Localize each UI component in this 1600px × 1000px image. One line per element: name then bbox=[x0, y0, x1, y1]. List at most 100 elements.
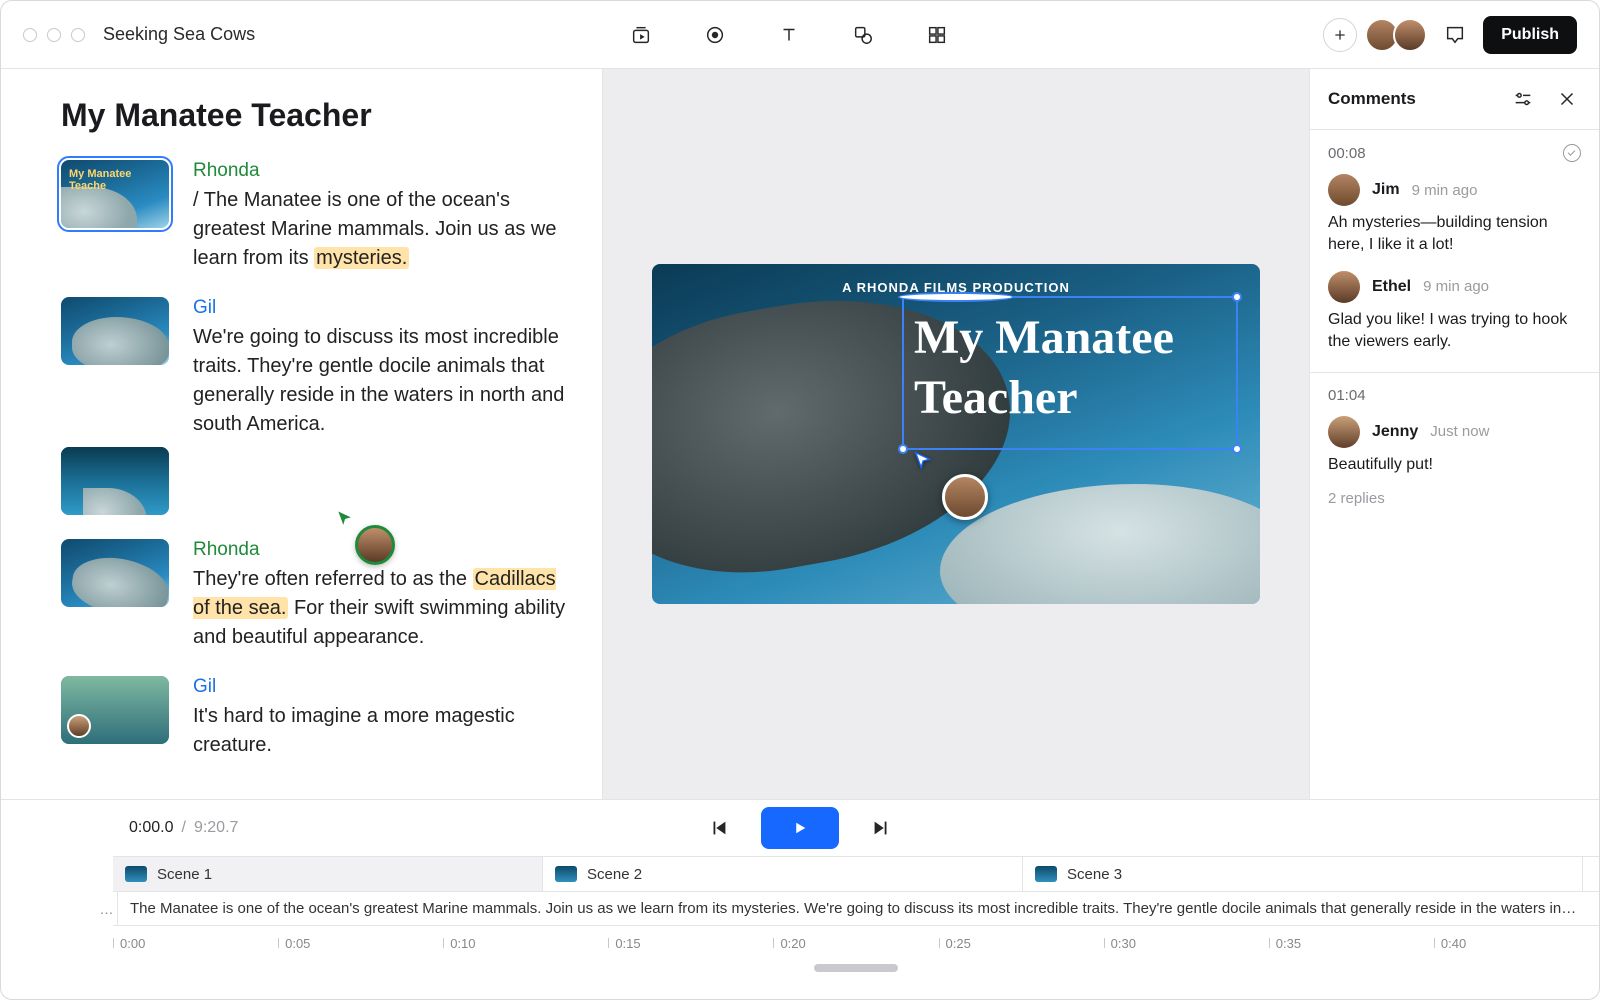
record-icon[interactable] bbox=[701, 21, 729, 49]
title-bar: Seeking Sea Cows Publish bbox=[1, 1, 1599, 69]
comments-icon[interactable] bbox=[1441, 21, 1469, 49]
script-line[interactable] bbox=[61, 447, 572, 515]
document-title[interactable]: Seeking Sea Cows bbox=[103, 24, 255, 45]
comment-body: Glad you like! I was trying to hook the … bbox=[1328, 309, 1581, 354]
comment-thread[interactable]: 00:08 Jim 9 min ago Ah mysteries—buildin… bbox=[1310, 130, 1599, 373]
resize-handle[interactable] bbox=[898, 444, 908, 454]
scene-label: Scene 2 bbox=[587, 866, 642, 883]
ruler-tick: 0:05 bbox=[278, 936, 443, 951]
filter-icon[interactable] bbox=[1509, 85, 1537, 113]
time-current: 0:00.0 bbox=[129, 819, 173, 837]
comment-thread[interactable]: 01:04 Jenny Just now Beautifully put! 2 … bbox=[1310, 373, 1599, 525]
ruler-tick: 0:20 bbox=[773, 936, 938, 951]
window-controls bbox=[23, 28, 85, 42]
shapes-icon[interactable] bbox=[849, 21, 877, 49]
transport-bar: 0:00.0 / 9:20.7 bbox=[1, 800, 1599, 856]
cursor-icon bbox=[912, 450, 934, 477]
traffic-light-close[interactable] bbox=[23, 28, 37, 42]
scene-label: Scene 3 bbox=[1067, 866, 1122, 883]
comment-body: Ah mysteries—building tension here, I li… bbox=[1328, 212, 1581, 257]
clip-icon bbox=[1035, 866, 1057, 882]
comment-author: Jenny bbox=[1372, 423, 1418, 441]
scene-thumbnail[interactable]: My ManateeTeache bbox=[61, 160, 169, 228]
collaborator-bubble bbox=[942, 474, 988, 520]
script-panel: My Manatee Teacher My ManateeTeache Rhon… bbox=[1, 69, 603, 799]
ruler-tick: 0:10 bbox=[443, 936, 608, 951]
scene-segment[interactable]: Scene 1 bbox=[113, 857, 543, 891]
clip-icon bbox=[555, 866, 577, 882]
caption-text[interactable]: The Manatee is one of the ocean's greate… bbox=[118, 900, 1599, 917]
speaker-name: Gil bbox=[193, 297, 572, 319]
avatar[interactable] bbox=[1393, 18, 1427, 52]
toolbar-center bbox=[273, 21, 1305, 49]
invite-button[interactable] bbox=[1323, 18, 1357, 52]
grid-icon[interactable] bbox=[923, 21, 951, 49]
speaker-name: Gil bbox=[193, 676, 572, 698]
script-text[interactable]: We're going to discuss its most incredib… bbox=[193, 323, 572, 439]
comment-time: 9 min ago bbox=[1412, 182, 1478, 199]
resize-handle[interactable] bbox=[1232, 444, 1242, 454]
skip-back-icon[interactable] bbox=[705, 814, 733, 842]
media-icon[interactable] bbox=[627, 21, 655, 49]
comment-timestamp[interactable]: 00:08 bbox=[1328, 145, 1366, 162]
comments-panel: Comments 00:08 Jim 9 min ago Ah mysterie… bbox=[1309, 69, 1599, 799]
time-duration: 9:20.7 bbox=[194, 819, 238, 837]
traffic-light-max[interactable] bbox=[71, 28, 85, 42]
resolve-icon[interactable] bbox=[1563, 144, 1581, 162]
speaker-name: Rhonda bbox=[193, 160, 572, 182]
title-text[interactable]: My ManateeTeacher bbox=[914, 308, 1226, 428]
play-button[interactable] bbox=[761, 807, 839, 849]
canvas-stage[interactable]: A RHONDA FILMS PRODUCTION My ManateeTeac… bbox=[603, 69, 1309, 799]
clip-icon bbox=[125, 866, 147, 882]
script-text[interactable]: / The Manatee is one of the ocean's grea… bbox=[193, 186, 572, 273]
ruler-tick: 0:25 bbox=[939, 936, 1104, 951]
scene-thumbnail[interactable] bbox=[61, 447, 169, 515]
script-list: My ManateeTeache Rhonda / The Manatee is… bbox=[61, 160, 572, 760]
comment-author: Ethel bbox=[1372, 278, 1411, 296]
timeline-footer: 0:00.0 / 9:20.7 Scene 1 Scene 2 Scene 3 … … bbox=[1, 799, 1599, 999]
avatar bbox=[1328, 271, 1360, 303]
comment-timestamp[interactable]: 01:04 bbox=[1328, 387, 1366, 404]
traffic-light-min[interactable] bbox=[47, 28, 61, 42]
avatar bbox=[1328, 174, 1360, 206]
scene-segment[interactable]: Scene 2 bbox=[543, 857, 1023, 891]
comments-title: Comments bbox=[1328, 89, 1416, 109]
script-line[interactable]: My ManateeTeache Rhonda / The Manatee is… bbox=[61, 160, 572, 273]
publish-button[interactable]: Publish bbox=[1483, 16, 1577, 54]
ellipsis-icon[interactable]: … bbox=[96, 892, 118, 925]
highlighted-text: mysteries. bbox=[314, 247, 409, 269]
speaker-name: Rhonda bbox=[193, 539, 572, 561]
scene-thumbnail[interactable] bbox=[61, 676, 169, 744]
skip-forward-icon[interactable] bbox=[867, 814, 895, 842]
scene-track[interactable]: Scene 1 Scene 2 Scene 3 bbox=[113, 856, 1599, 892]
scene-thumbnail[interactable] bbox=[61, 539, 169, 607]
ruler-tick: 0:30 bbox=[1104, 936, 1269, 951]
title-selection-box[interactable]: My ManateeTeacher bbox=[902, 296, 1238, 450]
caption-track[interactable]: … The Manatee is one of the ocean's grea… bbox=[113, 892, 1599, 926]
replies-link[interactable]: 2 replies bbox=[1328, 490, 1581, 507]
timeline[interactable]: Scene 1 Scene 2 Scene 3 … The Manatee is o… bbox=[1, 856, 1599, 972]
page-title: My Manatee Teacher bbox=[61, 97, 572, 134]
script-line[interactable]: Gil It's hard to imagine a more magestic… bbox=[61, 676, 572, 760]
comment-body: Beautifully put! bbox=[1328, 454, 1581, 476]
script-line[interactable]: Gil We're going to discuss its most incr… bbox=[61, 297, 572, 439]
text-icon[interactable] bbox=[775, 21, 803, 49]
comments-header: Comments bbox=[1310, 69, 1599, 130]
scene-thumbnail[interactable] bbox=[61, 297, 169, 365]
collaborator-avatars[interactable] bbox=[1371, 18, 1427, 52]
video-frame[interactable]: A RHONDA FILMS PRODUCTION My ManateeTeac… bbox=[652, 264, 1260, 604]
script-text[interactable]: It's hard to imagine a more magestic cre… bbox=[193, 702, 572, 760]
ruler-tick: 0:35 bbox=[1269, 936, 1434, 951]
resize-handle[interactable] bbox=[1232, 292, 1242, 302]
comment-time: 9 min ago bbox=[1423, 278, 1489, 295]
toolbar-right: Publish bbox=[1323, 16, 1577, 54]
scrollbar-thumb[interactable] bbox=[814, 964, 898, 972]
script-text[interactable]: They're often referred to as the Cadilla… bbox=[193, 565, 572, 652]
scene-segment[interactable]: Scene 3 bbox=[1023, 857, 1583, 891]
resize-handle[interactable] bbox=[898, 292, 1014, 302]
time-ruler[interactable]: 0:000:050:100:150:200:250:300:350:40 bbox=[113, 926, 1599, 960]
comment-author: Jim bbox=[1372, 181, 1400, 199]
script-line[interactable]: Rhonda They're often referred to as the … bbox=[61, 539, 572, 652]
close-icon[interactable] bbox=[1553, 85, 1581, 113]
ruler-tick: 0:15 bbox=[608, 936, 773, 951]
